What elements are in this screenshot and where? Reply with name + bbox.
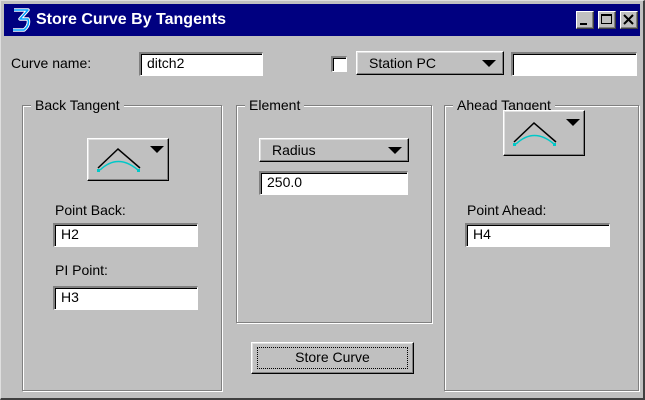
- bentley-app-icon: [13, 8, 31, 32]
- station-input[interactable]: [511, 52, 637, 76]
- radius-input[interactable]: 250.0: [259, 171, 408, 195]
- minimize-icon: [580, 23, 587, 25]
- station-dropdown[interactable]: Station PC: [356, 51, 504, 75]
- close-button[interactable]: [620, 11, 638, 29]
- chevron-down-icon: [566, 119, 580, 126]
- maximize-button[interactable]: [598, 11, 616, 29]
- element-type-value: Radius: [272, 142, 316, 158]
- curve-tangent-icon: [97, 147, 141, 172]
- curve-name-input[interactable]: ditch2: [139, 52, 263, 76]
- store-curve-label: Store Curve: [295, 349, 370, 365]
- store-curve-button[interactable]: Store Curve: [251, 342, 414, 374]
- close-icon: [623, 14, 634, 25]
- back-tangent-picker[interactable]: [87, 138, 169, 181]
- back-tangent-title: Back Tangent: [31, 96, 124, 114]
- element-type-dropdown[interactable]: Radius: [259, 138, 409, 162]
- window-title: Store Curve By Tangents: [36, 11, 226, 28]
- point-ahead-label: Point Ahead:: [467, 202, 547, 218]
- curve-tangent-icon: [513, 121, 557, 146]
- maximize-icon: [601, 14, 612, 24]
- minimize-button[interactable]: [576, 11, 594, 29]
- chevron-down-icon: [388, 147, 402, 154]
- pi-point-input[interactable]: H3: [53, 286, 198, 310]
- curve-name-label: Curve name:: [11, 55, 92, 71]
- chevron-down-icon: [482, 60, 496, 67]
- store-curve-dialog: Store Curve By Tangents Curve name: ditc…: [0, 0, 645, 400]
- point-ahead-input[interactable]: H4: [465, 223, 610, 247]
- element-title: Element: [245, 96, 305, 114]
- station-checkbox[interactable]: [331, 56, 347, 72]
- chevron-down-icon: [150, 146, 164, 153]
- pi-point-label: PI Point:: [55, 262, 108, 278]
- point-back-input[interactable]: H2: [53, 223, 198, 247]
- title-bar[interactable]: Store Curve By Tangents: [4, 4, 640, 36]
- point-back-label: Point Back:: [55, 202, 126, 218]
- ahead-tangent-picker[interactable]: [503, 110, 585, 156]
- station-dropdown-value: Station PC: [369, 55, 436, 71]
